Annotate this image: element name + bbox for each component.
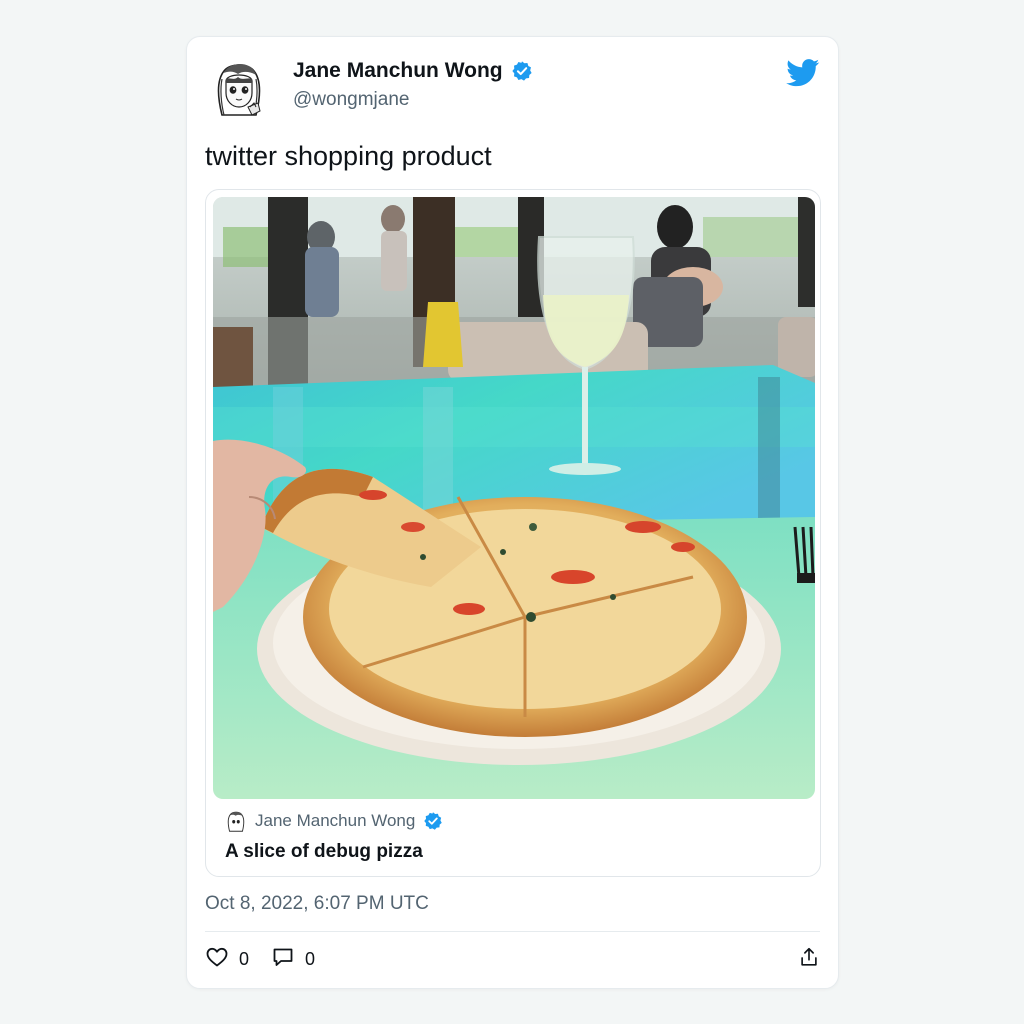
tweet-card: Jane Manchun Wong @wongmjane twitter sho…	[186, 36, 839, 989]
author-handle[interactable]: @wongmjane	[293, 89, 533, 111]
tweet-timestamp[interactable]: Oct 8, 2022, 6:07 PM UTC	[205, 893, 429, 915]
quoted-author-name: Jane Manchun Wong	[255, 811, 416, 830]
quoted-author[interactable]: Jane Manchun Wong	[225, 810, 443, 832]
heart-icon	[205, 945, 229, 974]
reply-count: 0	[305, 948, 316, 969]
author-avatar[interactable]	[212, 59, 266, 117]
like-count: 0	[239, 948, 250, 969]
tweet-text: twitter shopping product	[205, 141, 492, 171]
action-bar: 0 0	[205, 945, 820, 973]
reply-button[interactable]: 0	[271, 945, 315, 974]
quoted-author-avatar	[225, 810, 247, 832]
like-button[interactable]: 0	[205, 945, 249, 974]
divider	[205, 931, 820, 932]
share-icon	[798, 947, 820, 972]
verified-badge-icon	[511, 60, 533, 82]
twitter-bird-icon[interactable]	[786, 59, 820, 87]
quoted-tweet-text: A slice of debug pizza	[225, 841, 423, 862]
pizza-photo[interactable]	[213, 197, 815, 799]
author-info: Jane Manchun Wong @wongmjane	[293, 59, 533, 111]
author-name[interactable]: Jane Manchun Wong	[293, 59, 503, 83]
verified-badge-icon	[423, 811, 443, 831]
share-button[interactable]	[798, 946, 820, 973]
quoted-tweet[interactable]: Jane Manchun Wong A slice of debug pizza	[205, 189, 821, 877]
speech-bubble-icon	[271, 945, 295, 974]
